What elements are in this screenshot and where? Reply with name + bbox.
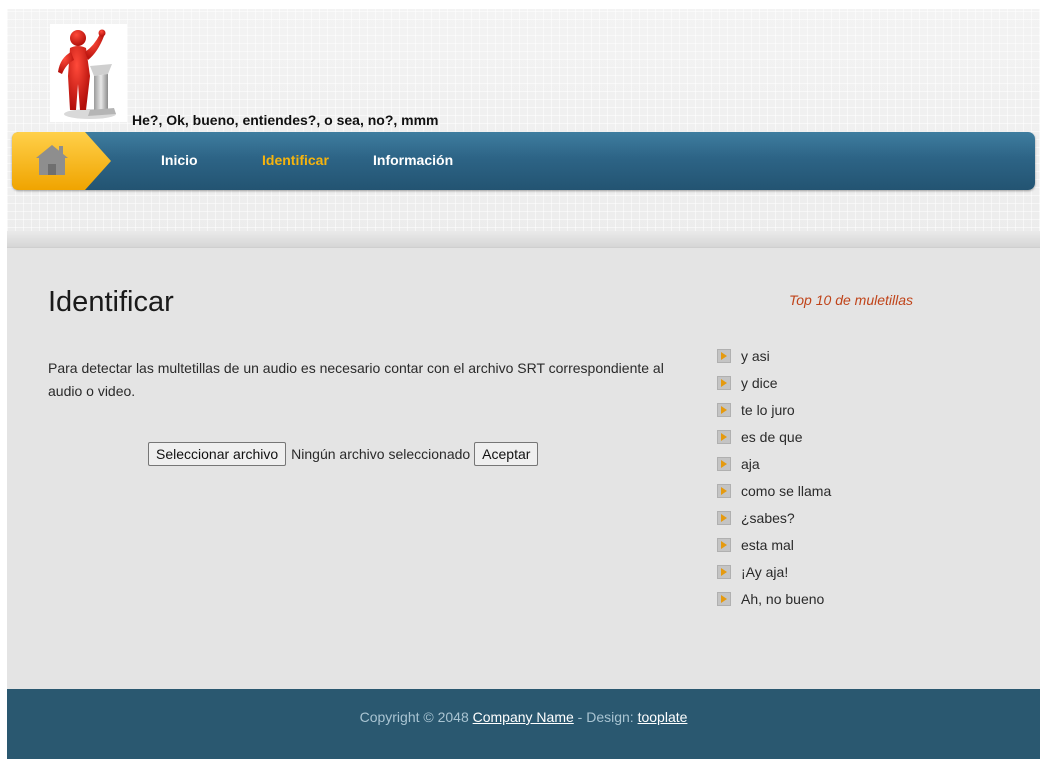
nav-item-identificar[interactable]: Identificar xyxy=(262,152,329,168)
design-label: - Design: xyxy=(577,709,634,725)
upload-form: Seleccionar archivo Ningún archivo selec… xyxy=(148,442,539,466)
copyright-text: Copyright © 2048 xyxy=(359,709,469,725)
list-item-label: esta mal xyxy=(741,536,794,553)
tooplate-link[interactable]: tooplate xyxy=(638,709,688,725)
list-item-label: aja xyxy=(741,455,760,472)
list-item-label: Ah, no bueno xyxy=(741,590,825,607)
arrow-bullet-icon xyxy=(717,348,731,363)
speaker-at-podium-icon xyxy=(58,29,116,119)
list-item-label: es de que xyxy=(741,428,803,445)
list-item: Ah, no bueno xyxy=(717,585,831,612)
list-item: es de que xyxy=(717,423,831,450)
top-muletillas-list: y asi y dice te lo juro es de que aja co… xyxy=(717,342,831,612)
home-icon xyxy=(12,132,111,190)
arrow-bullet-icon xyxy=(717,456,731,471)
list-item: aja xyxy=(717,450,831,477)
list-item: te lo juro xyxy=(717,396,831,423)
list-item: y dice xyxy=(717,369,831,396)
company-name-link[interactable]: Company Name xyxy=(473,709,574,725)
site-tagline: He?, Ok, bueno, entiendes?, o sea, no?, … xyxy=(132,112,439,128)
list-item: esta mal xyxy=(717,531,831,558)
page-title: Identificar xyxy=(48,286,174,318)
arrow-bullet-icon xyxy=(717,564,731,579)
list-item-label: ¿sabes? xyxy=(741,509,795,526)
list-item: ¿sabes? xyxy=(717,504,831,531)
list-item: y asi xyxy=(717,342,831,369)
arrow-bullet-icon xyxy=(717,510,731,525)
list-item-label: te lo juro xyxy=(741,401,795,418)
list-item-label: ¡Ay aja! xyxy=(741,563,789,580)
arrow-bullet-icon xyxy=(717,483,731,498)
header-divider xyxy=(7,231,1040,248)
submit-button[interactable]: Aceptar xyxy=(474,442,539,466)
file-select-button[interactable]: Seleccionar archivo xyxy=(148,442,287,466)
arrow-bullet-icon xyxy=(717,591,731,606)
list-item-label: y asi xyxy=(741,347,770,364)
arrow-bullet-icon xyxy=(717,429,731,444)
page-description: Para detectar las multetillas de un audi… xyxy=(48,360,664,399)
list-item: ¡Ay aja! xyxy=(717,558,831,585)
sidebar-title: Top 10 de muletillas xyxy=(789,292,914,308)
logo xyxy=(50,24,127,122)
nav-item-inicio[interactable]: Inicio xyxy=(161,152,198,168)
list-item: como se llama xyxy=(717,477,831,504)
list-item-label: como se llama xyxy=(741,482,832,499)
arrow-bullet-icon xyxy=(717,402,731,417)
nav-item-informacion[interactable]: Información xyxy=(373,152,453,168)
arrow-bullet-icon xyxy=(717,537,731,552)
file-status: Ningún archivo seleccionado xyxy=(291,446,471,462)
arrow-bullet-icon xyxy=(717,375,731,390)
home-button[interactable] xyxy=(12,132,112,190)
list-item-label: y dice xyxy=(741,374,778,391)
footer-copyright: Copyright © 2048 Company Name - Design: … xyxy=(7,709,1040,725)
